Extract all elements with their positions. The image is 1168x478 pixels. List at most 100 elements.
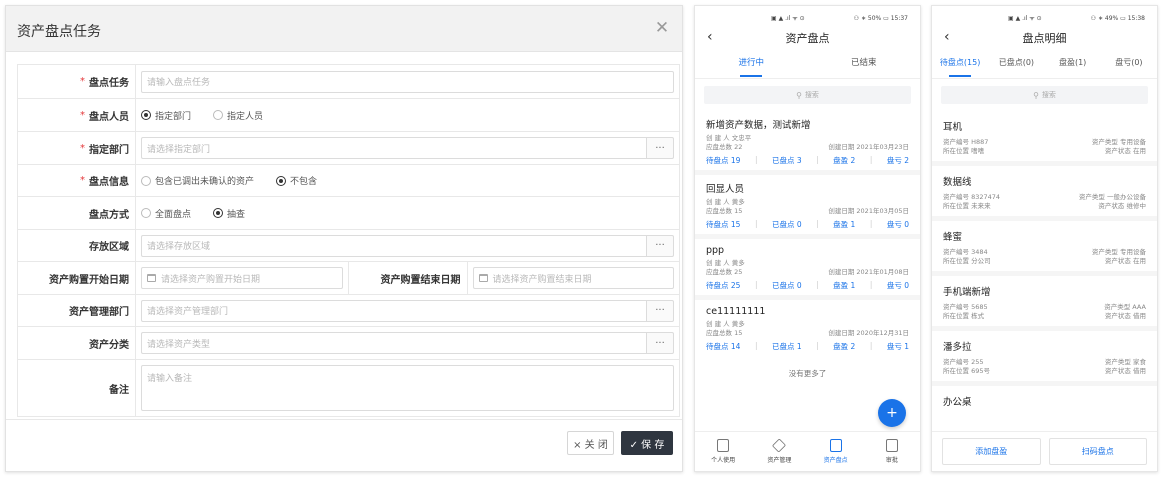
radio-unchecked-icon: [141, 175, 151, 186]
surplus-count[interactable]: 盘盈 2: [833, 155, 855, 166]
task-input[interactable]: 请输入盘点任务: [141, 70, 674, 93]
loss-count[interactable]: 盘亏 0: [887, 280, 909, 291]
done-count[interactable]: 已盘点 3: [772, 155, 802, 166]
cube-icon: [772, 438, 787, 453]
action-bar: 添加盘盈 扫码盘点: [932, 431, 1157, 471]
task-form: * 盘点任务 请输入盘点任务 * 盘点人员 指定部门 指定人员 * 指定部门 请选择指…: [17, 64, 680, 417]
inventory-icon: [829, 439, 842, 452]
radio-checked-icon: [213, 208, 224, 218]
phone-inventory-list: ▣ ▲ .ıl ᯤ ⊙ ⚇ ∗ 50% ▭ 15:37 ‹ 资产盘点 进行中 已结…: [694, 5, 921, 472]
form-row-category: 资产分类 请选择资产类型 ···: [18, 327, 679, 360]
list-item[interactable]: 回显人员 创 建 人 黄多 应盘总数 15 创建日期 2021年03月05日 待盘…: [695, 175, 920, 239]
radio-specified-staff[interactable]: 指定人员: [213, 109, 263, 122]
category-picker-button[interactable]: ···: [646, 332, 674, 354]
radio-exclude[interactable]: 不包含: [276, 174, 317, 187]
radio-include-unconfirmed[interactable]: 包含已调出未确认的资产: [141, 174, 254, 187]
status-bar: ▣ ▲ .ıl ᯤ ⊙ ⚇ ∗ 50% ▭ 15:37: [771, 14, 908, 23]
nav-personal[interactable]: 个人使用: [695, 432, 751, 471]
search-icon: ⚲: [796, 90, 802, 100]
radio-full-inventory[interactable]: 全面盘点: [141, 207, 191, 220]
save-button[interactable]: ✓ 保 存: [621, 431, 673, 455]
tab-bar: 进行中 已结束: [695, 51, 920, 79]
done-count[interactable]: 已盘点 0: [772, 280, 802, 291]
add-surplus-button[interactable]: 添加盘盈: [942, 438, 1041, 465]
nav-asset-mgmt[interactable]: 资产管理: [751, 432, 807, 471]
area-picker-button[interactable]: ···: [646, 234, 674, 257]
list-item[interactable]: 耳机 资产编号 H887 资产类型 专用设备 所在位置 嗜嗜 资产状态 在用: [932, 111, 1157, 166]
tab-surplus[interactable]: 盘盈(1): [1045, 51, 1101, 78]
list-item[interactable]: ppp 创 建 人 黄多 应盘总数 25 创建日期 2021年01月08日 待盘点…: [695, 239, 920, 300]
surplus-count[interactable]: 盘盈 1: [833, 219, 855, 230]
end-date-input[interactable]: 请选择资产购置结束日期: [472, 267, 674, 289]
tab-done[interactable]: 已盘点(0): [988, 51, 1044, 78]
approval-icon: [885, 439, 898, 452]
field-label: * 盘点任务: [18, 65, 136, 98]
form-row-staff: * 盘点人员 指定部门 指定人员: [18, 99, 679, 132]
scan-inventory-button[interactable]: 扫码盘点: [1048, 438, 1147, 465]
dept-input[interactable]: 请选择指定部门: [141, 137, 646, 159]
dept-picker-button[interactable]: ···: [646, 137, 674, 159]
list-item[interactable]: 潘多拉 资产编号 255 资产类型 家食 所在位置 695号 资产状态 借用: [932, 331, 1157, 386]
radio-spot-check[interactable]: 抽查: [213, 207, 245, 220]
tab-loss[interactable]: 盘亏(0): [1101, 51, 1157, 78]
done-count[interactable]: 已盘点 0: [772, 219, 802, 230]
pending-count[interactable]: 待盘点 14: [706, 341, 740, 352]
list-item[interactable]: 新增资产数据，测试新增 创 建 人 文忠平 应盘总数 22 创建日期 2021年0…: [695, 111, 920, 175]
field-label: 资产管理部门: [18, 295, 136, 326]
field-label: 资产购置开始日期: [18, 262, 136, 294]
category-input[interactable]: 请选择资产类型: [141, 332, 646, 354]
field-label: 资产购置结束日期: [347, 262, 468, 294]
nav-bar: ‹ 资产盘点: [695, 25, 920, 51]
radio-checked-icon: [141, 110, 151, 120]
list-item[interactable]: 蜂蜜 资产编号 3484 资产类型 专用设备 所在位置 分公司 资产状态 在用: [932, 221, 1157, 276]
list-item[interactable]: 数据线 资产编号 8327474 资产类型 一般办公设备 所在位置 未来来 资产状态…: [932, 166, 1157, 221]
no-more-text: 没有更多了: [788, 369, 827, 378]
tab-finished[interactable]: 已结束: [808, 51, 921, 78]
pending-count[interactable]: 待盘点 25: [706, 280, 740, 291]
tab-bar: 待盘点(15) 已盘点(0) 盘盈(1) 盘亏(0): [932, 51, 1157, 79]
form-row-note: 备注 请输入备注: [18, 360, 679, 416]
list-item[interactable]: 办公桌: [932, 386, 1157, 418]
mgr-dept-input[interactable]: 请选择资产管理部门: [141, 299, 646, 322]
mgr-dept-picker-button[interactable]: ···: [646, 299, 674, 322]
nav-approval[interactable]: 审批: [864, 432, 920, 471]
search-input[interactable]: ⚲ 搜索: [704, 86, 911, 104]
back-icon[interactable]: ‹: [707, 29, 713, 45]
form-row-info: * 盘点信息 包含已调出未确认的资产 不包含: [18, 165, 679, 197]
form-row-area: 存放区域 请选择存放区域 ···: [18, 230, 679, 262]
close-button[interactable]: × 关 闭: [567, 431, 614, 455]
loss-count[interactable]: 盘亏 0: [887, 219, 909, 230]
surplus-count[interactable]: 盘盈 2: [833, 341, 855, 352]
surplus-count[interactable]: 盘盈 1: [833, 280, 855, 291]
field-label: * 指定部门: [18, 132, 136, 164]
personal-icon: [717, 439, 730, 452]
back-icon[interactable]: ‹: [944, 29, 950, 45]
add-task-button[interactable]: +: [878, 399, 906, 427]
radio-specified-dept[interactable]: 指定部门: [141, 109, 191, 122]
inventory-task-dialog: 资产盘点任务 ✕ * 盘点任务 请输入盘点任务 * 盘点人员 指定部门 指定人员 *…: [5, 5, 683, 472]
done-count[interactable]: 已盘点 1: [772, 341, 802, 352]
loss-count[interactable]: 盘亏 2: [887, 155, 909, 166]
area-input[interactable]: 请选择存放区域: [141, 234, 646, 257]
field-label: * 盘点信息: [18, 165, 136, 196]
pending-count[interactable]: 待盘点 15: [706, 219, 740, 230]
list-item[interactable]: 手机端新增 资产编号 5685 资产类型 AAA 所在位置 栋式 资产状态 借用: [932, 276, 1157, 331]
radio-checked-icon: [276, 175, 287, 186]
search-icon: ⚲: [1033, 90, 1039, 100]
nav-inventory[interactable]: 资产盘点: [808, 432, 864, 471]
tab-pending[interactable]: 待盘点(15): [932, 51, 988, 78]
tab-in-progress[interactable]: 进行中: [695, 51, 808, 78]
note-textarea[interactable]: 请输入备注: [141, 365, 674, 411]
form-row-task: * 盘点任务 请输入盘点任务: [18, 65, 679, 99]
search-input[interactable]: ⚲ 搜索: [941, 86, 1148, 104]
list-item[interactable]: ce11111111 创 建 人 黄多 应盘总数 15 创建日期 2020年12月…: [695, 300, 920, 356]
pending-count[interactable]: 待盘点 19: [706, 155, 740, 166]
page-title: 资产盘点: [785, 32, 830, 45]
form-row-mgr: 资产管理部门 请选择资产管理部门 ···: [18, 295, 679, 327]
status-bar: ▣ ▲ .ıl ᯤ ⊙ ⚇ ∗ 49% ▭ 15:38: [1008, 14, 1145, 23]
field-label: 备注: [18, 360, 136, 416]
start-date-input[interactable]: 请选择资产购置开始日期: [141, 267, 343, 289]
canvas: 资产盘点任务 ✕ * 盘点任务 请输入盘点任务 * 盘点人员 指定部门 指定人员 *…: [0, 0, 1168, 478]
loss-count[interactable]: 盘亏 1: [887, 341, 909, 352]
close-icon[interactable]: ✕: [652, 18, 672, 38]
